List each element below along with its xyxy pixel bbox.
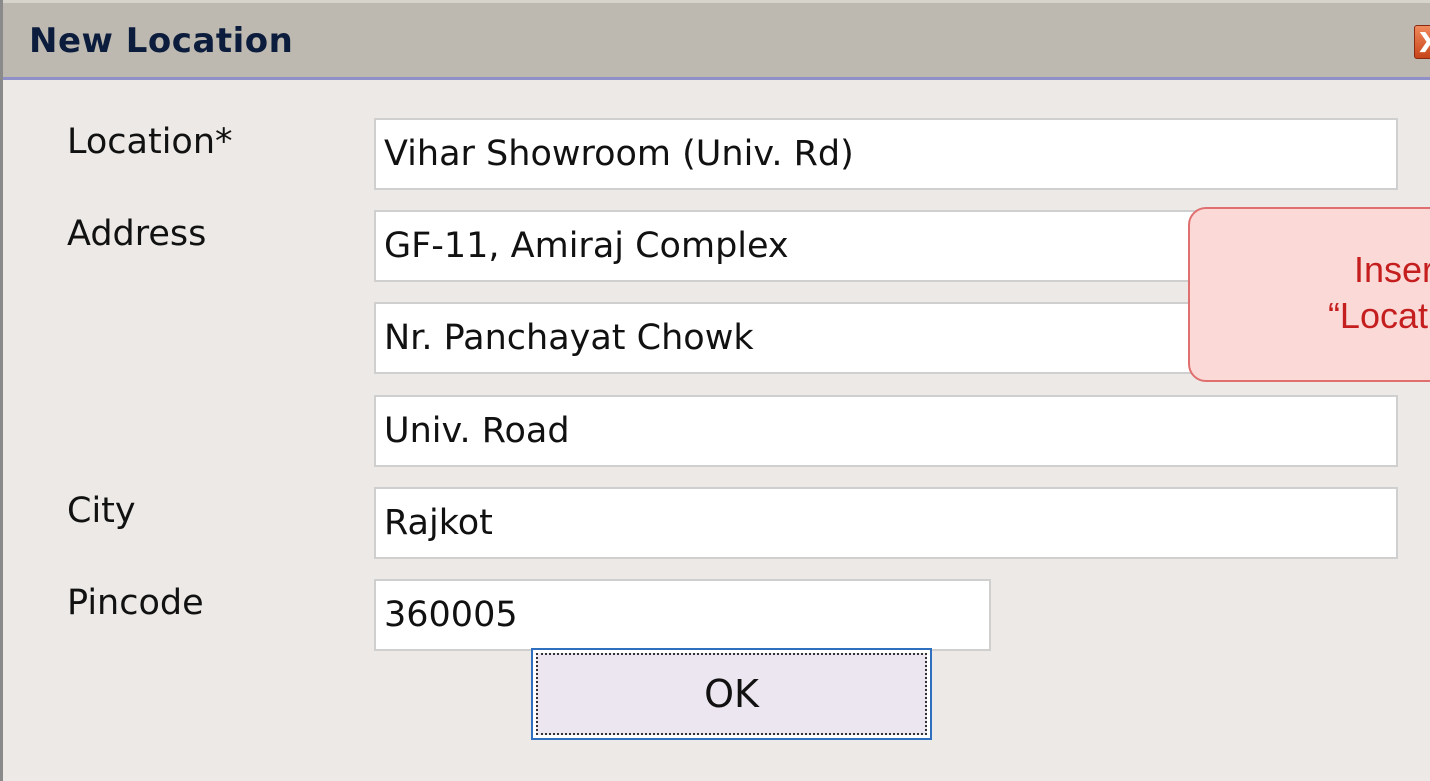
new-location-dialog: New Location X Location* Vihar Showroom … — [0, 0, 1430, 781]
ok-button[interactable]: OK — [531, 648, 932, 740]
pincode-label: Pincode — [67, 583, 204, 623]
dialog-titlebar[interactable]: New Location X — [3, 0, 1430, 80]
callout-text: Insert re “Location N — [1230, 247, 1430, 339]
ok-button-label: OK — [536, 653, 927, 735]
callout-line1: Insert re — [1353, 249, 1430, 290]
dialog-title: New Location — [29, 21, 294, 61]
address-line3-input[interactable]: Univ. Road — [374, 395, 1398, 467]
location-input[interactable]: Vihar Showroom (Univ. Rd) — [374, 118, 1398, 190]
pincode-input[interactable]: 360005 — [374, 579, 991, 651]
location-label: Location* — [67, 122, 233, 162]
address-label: Address — [67, 214, 207, 254]
city-input[interactable]: Rajkot — [374, 487, 1398, 559]
close-icon[interactable]: X — [1414, 25, 1430, 59]
instruction-callout: Insert re “Location N — [1188, 207, 1430, 382]
callout-line2: “Location N — [1327, 295, 1430, 336]
city-label: City — [67, 491, 136, 531]
